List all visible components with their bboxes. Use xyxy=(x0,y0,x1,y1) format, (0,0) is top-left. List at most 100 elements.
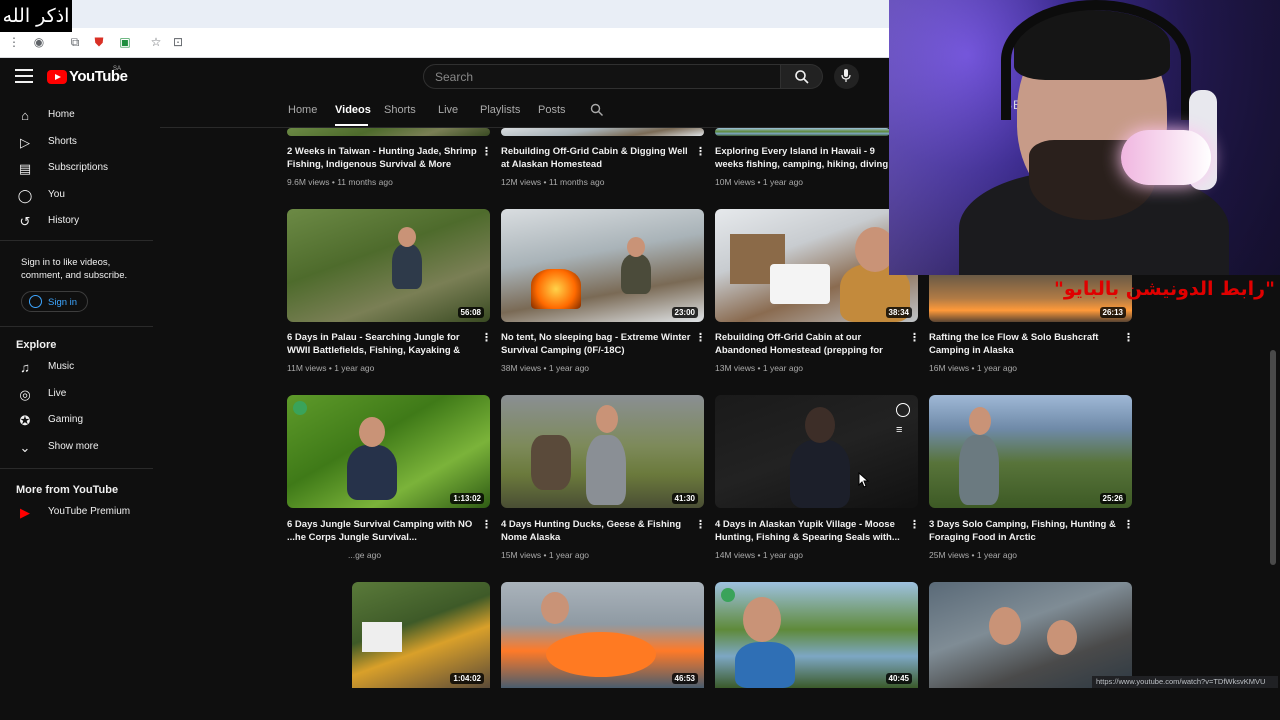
live-icon: ◎ xyxy=(19,387,31,402)
thumbnail-face xyxy=(359,417,385,447)
more-options-icon[interactable]: ⋮ xyxy=(695,145,706,159)
sidebar-item-home[interactable]: ⌂ Home xyxy=(0,104,150,128)
watch-later-icon[interactable] xyxy=(896,403,910,417)
search-button[interactable] xyxy=(781,64,823,89)
video-title[interactable]: No tent, No sleeping bag - Extreme Winte… xyxy=(501,331,691,357)
video-meta: 38M views • 1 year ago xyxy=(501,363,590,373)
sidebar-item-live[interactable]: ◎ Live xyxy=(0,383,150,407)
video-thumbnail[interactable] xyxy=(501,128,704,136)
sidebar-item-shorts[interactable]: ▷ Shorts xyxy=(0,131,150,155)
channel-search-icon[interactable] xyxy=(590,103,604,117)
video-title[interactable]: Rebuilding Off-Grid Cabin & Digging Well… xyxy=(501,145,691,171)
video-thumbnail[interactable]: 1:04:02 xyxy=(352,582,490,688)
more-options-icon[interactable]: ⋮ xyxy=(1123,331,1134,345)
video-title[interactable]: 4 Days Hunting Ducks, Geese & Fishing No… xyxy=(501,518,691,544)
extension-badge-icon[interactable]: ▣ xyxy=(117,34,133,50)
sidebar-item-label: Show more xyxy=(48,441,99,452)
more-options-icon[interactable]: ⋮ xyxy=(695,518,706,532)
thumbnail-fish xyxy=(546,632,656,677)
bookmark-star-icon[interactable]: ☆ xyxy=(148,34,164,50)
duration-badge: 23:00 xyxy=(671,307,698,318)
thumbnail-person xyxy=(392,244,422,289)
thumbnail-face xyxy=(969,407,991,435)
video-thumbnail[interactable]: 41:30 xyxy=(501,395,704,508)
video-title[interactable]: 6 Days Jungle Survival Camping with NO .… xyxy=(287,518,477,544)
search-input[interactable]: Search xyxy=(423,64,781,89)
video-title[interactable]: Rebuilding Off-Grid Cabin at our Abandon… xyxy=(715,331,905,357)
video-meta: 25M views • 1 year ago xyxy=(929,550,1018,560)
more-options-icon[interactable]: ⋮ xyxy=(481,518,492,532)
shield-icon[interactable]: ⛊ xyxy=(91,34,107,50)
video-thumbnail[interactable]: 38:34 xyxy=(715,209,918,322)
video-meta: 13M views • 1 year ago xyxy=(715,363,804,373)
more-options-icon[interactable]: ⋮ xyxy=(481,145,492,159)
sidebar-divider xyxy=(0,326,153,327)
tab-playlists[interactable]: Playlists xyxy=(480,104,520,116)
tab-videos[interactable]: Videos xyxy=(335,104,371,116)
tab-search-icon[interactable]: ⊡ xyxy=(170,34,186,50)
video-thumbnail[interactable]: 1:13:02 xyxy=(287,395,490,508)
video-thumbnail[interactable] xyxy=(287,128,490,136)
video-meta: 14M views • 1 year ago xyxy=(715,550,804,560)
video-title[interactable]: 3 Days Solo Camping, Fishing, Hunting & … xyxy=(929,518,1119,544)
mouse-cursor-icon xyxy=(858,472,870,488)
verified-shield-icon xyxy=(293,401,307,415)
microphone-icon xyxy=(1121,130,1211,185)
sidebar-item-history[interactable]: ↺ History xyxy=(0,210,150,234)
menu-icon[interactable] xyxy=(15,69,33,85)
browser-menu-icon[interactable]: ⋮ xyxy=(6,34,22,50)
video-title[interactable]: 2 Weeks in Taiwan - Hunting Jade, Shrimp… xyxy=(287,145,477,171)
voice-search-button[interactable] xyxy=(834,64,859,89)
more-options-icon[interactable]: ⋮ xyxy=(695,331,706,345)
tab-shorts[interactable]: Shorts xyxy=(384,104,416,116)
video-meta: 9.6M views • 11 months ago xyxy=(287,177,393,187)
video-thumbnail[interactable] xyxy=(929,582,1132,688)
add-to-queue-icon[interactable]: ≡ xyxy=(896,425,910,436)
more-options-icon[interactable]: ⋮ xyxy=(909,518,920,532)
tab-live[interactable]: Live xyxy=(438,104,458,116)
tab-posts[interactable]: Posts xyxy=(538,104,566,116)
scrollbar[interactable] xyxy=(1270,350,1276,565)
sidebar-divider xyxy=(0,240,153,241)
video-meta: 15M views • 1 year ago xyxy=(501,550,590,560)
video-title[interactable]: 6 Days in Palau - Searching Jungle for W… xyxy=(287,331,477,357)
thumbnail-fire xyxy=(531,269,581,309)
video-thumbnail[interactable]: 56:08 xyxy=(287,209,490,322)
sidebar-item-label: History xyxy=(48,215,80,226)
video-title[interactable]: 4 Days in Alaskan Yupik Village - Moose … xyxy=(715,518,905,544)
more-options-icon[interactable]: ⋮ xyxy=(481,331,492,345)
search-icon xyxy=(795,70,809,84)
thumbnail-face xyxy=(627,237,645,257)
sidebar-item-you[interactable]: ◯ You xyxy=(0,184,150,208)
video-thumbnail[interactable]: 23:00 xyxy=(501,209,704,322)
sidebar-item-youtube-premium[interactable]: ▶ YouTube Premium xyxy=(0,501,150,525)
sidebar-item-gaming[interactable]: ✪ Gaming xyxy=(0,409,150,433)
video-thumbnail[interactable]: 40:45 xyxy=(715,582,918,688)
sidebar-item-show-more[interactable]: ⌄ Show more xyxy=(0,436,150,460)
video-title[interactable]: Exploring Every Island in Hawaii - 9 wee… xyxy=(715,145,890,171)
extensions-icon[interactable]: ⧉ xyxy=(67,34,83,50)
thumbnail-person xyxy=(735,642,795,688)
sign-in-note: Sign in to like videos, comment, and sub… xyxy=(21,257,128,281)
youtube-premium-icon: ▶ xyxy=(20,505,30,520)
duration-badge: 56:08 xyxy=(457,307,484,318)
video-thumbnail[interactable]: 25:26 xyxy=(929,395,1132,508)
video-title[interactable]: Rafting the Ice Flow & Solo Bushcraft Ca… xyxy=(929,331,1119,357)
youtube-logo[interactable]: YouTube SA xyxy=(47,66,132,87)
duration-badge: 1:04:02 xyxy=(450,673,484,684)
thumbnail-face xyxy=(989,607,1021,645)
active-tab-indicator xyxy=(335,124,368,126)
more-options-icon[interactable]: ⋮ xyxy=(909,331,920,345)
video-thumbnail[interactable] xyxy=(715,128,890,136)
video-thumbnail[interactable]: ≡ xyxy=(715,395,918,508)
sidebar-item-music[interactable]: ♫ Music xyxy=(0,356,150,380)
sign-in-button[interactable]: Sign in xyxy=(21,291,88,312)
video-meta: 16M views • 1 year ago xyxy=(929,363,1018,373)
sidebar-item-subscriptions[interactable]: ▤ Subscriptions xyxy=(0,157,150,181)
tab-home[interactable]: Home xyxy=(288,104,317,116)
thumbnail-person xyxy=(586,435,626,505)
video-thumbnail[interactable]: 46:53 xyxy=(501,582,704,688)
more-options-icon[interactable]: ⋮ xyxy=(1123,518,1134,532)
home-icon: ⌂ xyxy=(21,108,29,123)
profile-icon[interactable]: ◉ xyxy=(31,34,47,50)
